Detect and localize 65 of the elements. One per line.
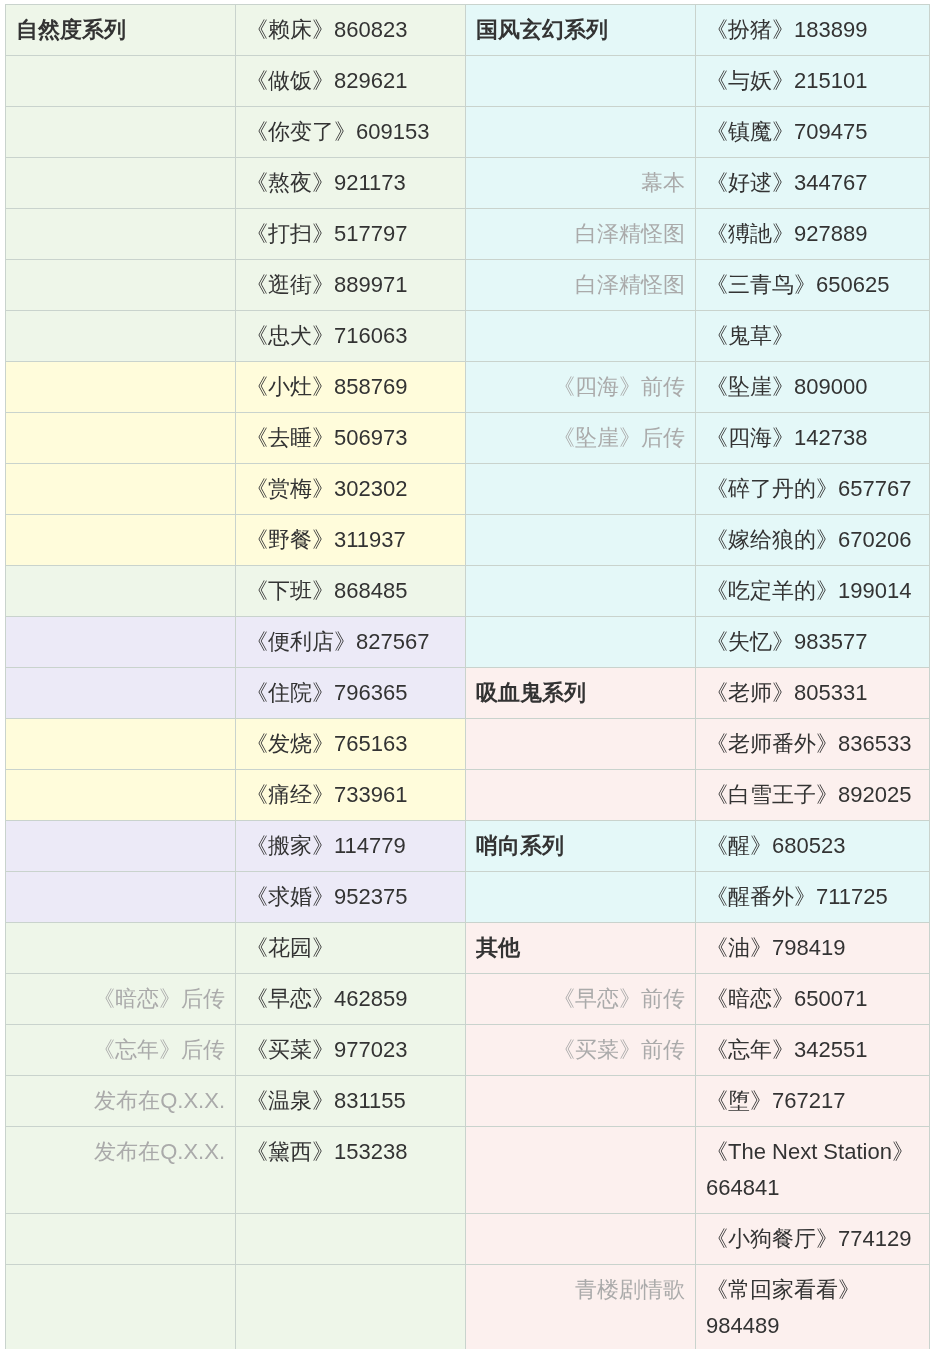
work-title: 《小狗餐厅》774129 xyxy=(706,1225,913,1253)
note-text: 青楼剧情歌 xyxy=(574,1276,685,1304)
work-title: 《赖床》860823 xyxy=(246,16,409,44)
work-title: 《四海》142738 xyxy=(706,424,869,452)
work-title: 《野餐》311937 xyxy=(246,526,407,554)
note-text: 白泽精怪图 xyxy=(574,271,685,299)
work-title: 《吃定羊的》199014 xyxy=(706,577,913,605)
work-title: 《买菜》977023 xyxy=(246,1036,409,1064)
note-text: 发布在Q.X.X. xyxy=(93,1138,225,1166)
series-heading: 国风玄幻系列 xyxy=(476,16,609,44)
work-title: 《常回家看看》984489 xyxy=(706,1276,861,1340)
work-title: 《三青鸟》650625 xyxy=(706,271,891,299)
series-heading: 自然度系列 xyxy=(16,16,127,44)
work-title: 《你变了》609153 xyxy=(246,118,431,146)
work-title: 《醒番外》711725 xyxy=(706,883,889,911)
work-title: 《油》798419 xyxy=(706,934,847,962)
note-text: 《买菜》前传 xyxy=(552,1036,685,1064)
work-title: 《逛街》889971 xyxy=(246,271,409,299)
work-title: 《失忆》983577 xyxy=(706,628,869,656)
work-title: 《求婚》952375 xyxy=(246,883,409,911)
work-title: 《赏梅》302302 xyxy=(246,475,409,503)
note-text: 《四海》前传 xyxy=(552,373,685,401)
series-heading: 吸血鬼系列 xyxy=(476,679,587,707)
work-title: 《老师》805331 xyxy=(706,679,869,707)
work-title: 《碎了丹的》657767 xyxy=(706,475,913,503)
note-text: 《坠崖》后传 xyxy=(552,424,685,452)
work-title: 《打扫》517797 xyxy=(246,220,409,248)
note-text: 《忘年》后传 xyxy=(92,1036,225,1064)
work-title: 《搬家》114779 xyxy=(246,832,407,860)
work-title: 《发烧》765163 xyxy=(246,730,409,758)
work-title: 《下班》868485 xyxy=(246,577,409,605)
series-heading: 哨向系列 xyxy=(476,832,565,860)
note-text: 《暗恋》后传 xyxy=(92,985,225,1013)
work-title: 《温泉》831155 xyxy=(246,1087,407,1115)
work-title: 《老师番外》836533 xyxy=(706,730,913,758)
work-title: 《痛经》733961 xyxy=(246,781,409,809)
work-title: 《早恋》462859 xyxy=(246,985,409,1013)
note-text: 白泽精怪图 xyxy=(574,220,685,248)
work-title: 《鬼草》 xyxy=(706,322,795,350)
note-text: 发布在Q.X.X. xyxy=(93,1087,225,1115)
work-title: 《白雪王子》892025 xyxy=(706,781,913,809)
series-heading: 其他 xyxy=(476,934,521,962)
work-title: 《忘年》342551 xyxy=(706,1036,869,1064)
work-title: 《堕》767217 xyxy=(706,1087,847,1115)
work-title: 《醒》680523 xyxy=(706,832,847,860)
note-text: 幕本 xyxy=(640,169,685,197)
work-title: 《去睡》506973 xyxy=(246,424,409,452)
work-title: 《住院》796365 xyxy=(246,679,409,707)
note-text: 《早恋》前传 xyxy=(552,985,685,1013)
work-title: 《小灶》858769 xyxy=(246,373,409,401)
work-title: 《猼訑》927889 xyxy=(706,220,869,248)
work-title: 《便利店》827567 xyxy=(246,628,431,656)
work-title: 《好逑》344767 xyxy=(706,169,869,197)
work-title: 《熬夜》921173 xyxy=(246,169,407,197)
work-title: 《花园》 xyxy=(246,934,335,962)
work-title: 《与妖》215101 xyxy=(706,67,869,95)
work-title: 《忠犬》716063 xyxy=(246,322,409,350)
work-title: 《黛西》153238 xyxy=(246,1138,409,1166)
work-title: 《暗恋》650071 xyxy=(706,985,869,1013)
work-title: 《The Next Station》664841 xyxy=(706,1138,915,1202)
work-title: 《镇魔》709475 xyxy=(706,118,869,146)
work-title: 《做饭》829621 xyxy=(246,67,409,95)
work-title: 《扮猪》183899 xyxy=(706,16,869,44)
work-title: 《嫁给狼的》670206 xyxy=(706,526,913,554)
work-title: 《坠崖》809000 xyxy=(706,373,869,401)
